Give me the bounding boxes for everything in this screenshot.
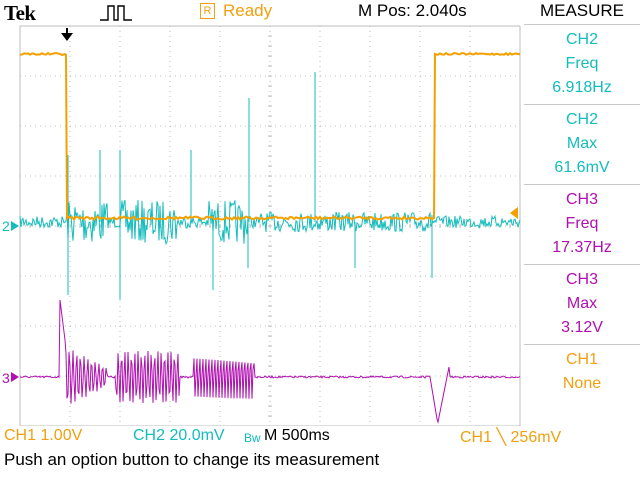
measure-type: None: [562, 375, 602, 392]
measure-channel: CH2: [565, 31, 598, 48]
measure-type: Freq: [565, 215, 599, 232]
ch1-scale: CH1 1.00V: [4, 427, 83, 444]
waveform-display: 2 3: [0, 0, 524, 426]
ch2-ground-marker: 2: [2, 218, 19, 234]
measure-slot-3[interactable]: CH3 Freq 17.37Hz: [524, 184, 640, 264]
measure-menu-title: MEASURE: [539, 1, 625, 20]
ch2-spikes: [67, 72, 433, 300]
measure-slot-5[interactable]: CH1 None: [524, 344, 640, 424]
graticule: 2 3: [2, 25, 521, 426]
measure-slot-4[interactable]: CH3 Max 3.12V: [524, 264, 640, 344]
measure-slot-1[interactable]: CH2 Freq 6.918Hz: [524, 24, 640, 104]
help-message: Push an option button to change its meas…: [4, 450, 380, 469]
measure-channel: CH3: [565, 191, 598, 208]
measure-channel: CH1: [565, 351, 598, 368]
ch3-marker-label: 3: [2, 370, 10, 386]
measure-value: 17.37Hz: [552, 239, 612, 256]
measure-value: 3.12V: [561, 319, 603, 336]
trigger-readout: CH1 ╲ 256mV: [460, 429, 562, 446]
ch3-ground-marker: 3: [2, 370, 19, 386]
measure-value: 6.918Hz: [552, 79, 612, 96]
ch2-scale: CH2 20.0mV: [133, 427, 225, 444]
measure-type: Freq: [565, 55, 599, 72]
measure-channel: CH2: [565, 111, 598, 128]
measure-type: Max: [566, 135, 598, 152]
measure-type: Max: [566, 295, 598, 312]
bandwidth-limit-badge: Bw: [244, 431, 261, 445]
measure-channel: CH3: [565, 271, 598, 288]
trigger-position-icon: [61, 28, 73, 41]
measure-slot-2[interactable]: CH2 Max 61.6mV: [524, 104, 640, 184]
measure-value: 61.6mV: [554, 159, 610, 176]
measure-panel: CH2 Freq 6.918Hz CH2 Max 61.6mV CH3 Freq 17.37Hz…: [524, 24, 640, 428]
trigger-level-icon: [510, 207, 518, 219]
timebase: M 500ms: [264, 427, 330, 444]
ch2-marker-label: 2: [2, 218, 10, 234]
scale-readout-bar: CH1 1.00V CH2 20.0mV Bw M 500ms CH1 ╲ 25…: [0, 426, 640, 448]
